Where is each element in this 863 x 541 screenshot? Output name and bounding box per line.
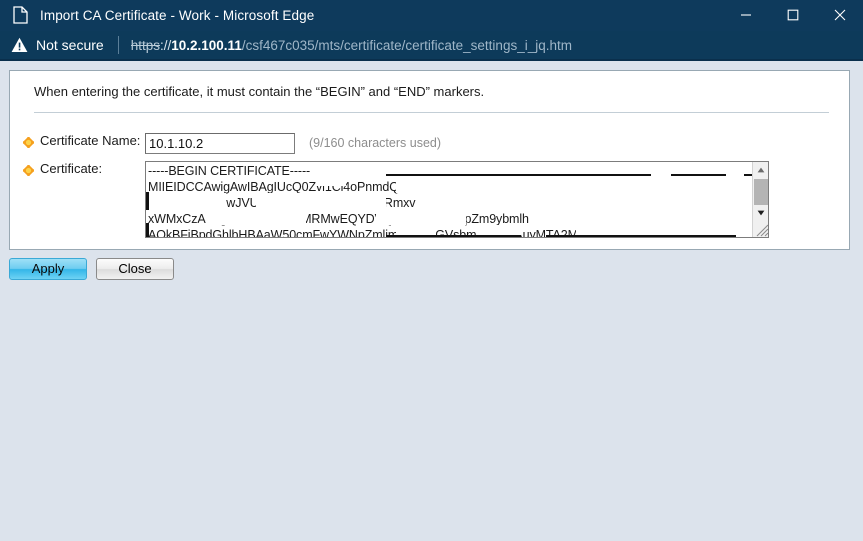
certificate-scrollbar[interactable]	[752, 162, 768, 237]
window-controls	[722, 0, 863, 31]
character-count-label: (9/160 characters used)	[309, 136, 442, 150]
apply-button[interactable]: Apply	[9, 258, 87, 280]
certificate-name-label: Certificate Name:	[40, 133, 141, 148]
edge-browser-window: Import CA Certificate - Work - Microsoft…	[0, 0, 863, 541]
certificate-textarea-content: -----BEGIN CERTIFICATE----- MIIEIDCCAwig…	[148, 164, 598, 238]
required-asterisk-icon	[22, 163, 35, 177]
warning-triangle-icon	[11, 37, 28, 53]
address-divider	[117, 36, 119, 54]
security-status-label: Not secure	[36, 37, 104, 53]
minimize-button[interactable]	[722, 0, 769, 31]
url-display[interactable]: https://10.2.100.11/csf467c035/mts/certi…	[131, 38, 572, 53]
scroll-up-icon[interactable]	[753, 162, 768, 178]
document-icon	[6, 0, 34, 31]
window-title: Import CA Certificate - Work - Microsoft…	[40, 7, 315, 23]
url-scheme: https	[130, 37, 160, 53]
required-asterisk-icon	[22, 135, 35, 149]
scroll-thumb[interactable]	[754, 179, 768, 205]
url-path: /csf467c035/mts/certificate/certificate_…	[241, 37, 572, 53]
certificate-label: Certificate:	[40, 161, 103, 176]
certificate-name-row: Certificate Name: (9/160 characters used…	[22, 133, 442, 154]
certificate-textarea[interactable]: -----BEGIN CERTIFICATE----- MIIEIDCCAwig…	[145, 161, 769, 238]
scroll-down-icon[interactable]	[753, 205, 768, 221]
certificate-row: Certificate: -----BEGIN CERTIFICATE-----…	[22, 161, 769, 238]
title-bar: Import CA Certificate - Work - Microsoft…	[0, 0, 863, 31]
url-host: 10.2.100.11	[171, 37, 242, 53]
form-actions: Apply Close	[9, 258, 174, 280]
maximize-button[interactable]	[769, 0, 816, 31]
certificate-name-input[interactable]	[145, 133, 295, 154]
address-bar: Not secure https://10.2.100.11/csf467c03…	[0, 31, 863, 61]
close-button[interactable]	[816, 0, 863, 31]
page-content: When entering the certificate, it must c…	[0, 61, 863, 541]
horizontal-divider	[34, 112, 829, 113]
security-status[interactable]: Not secure	[11, 30, 104, 60]
url-separator: ://	[159, 37, 172, 53]
close-form-button[interactable]: Close	[96, 258, 174, 280]
certificate-form-panel: When entering the certificate, it must c…	[9, 70, 850, 250]
instruction-text: When entering the certificate, it must c…	[34, 84, 485, 99]
resize-grip-icon[interactable]	[753, 221, 768, 237]
